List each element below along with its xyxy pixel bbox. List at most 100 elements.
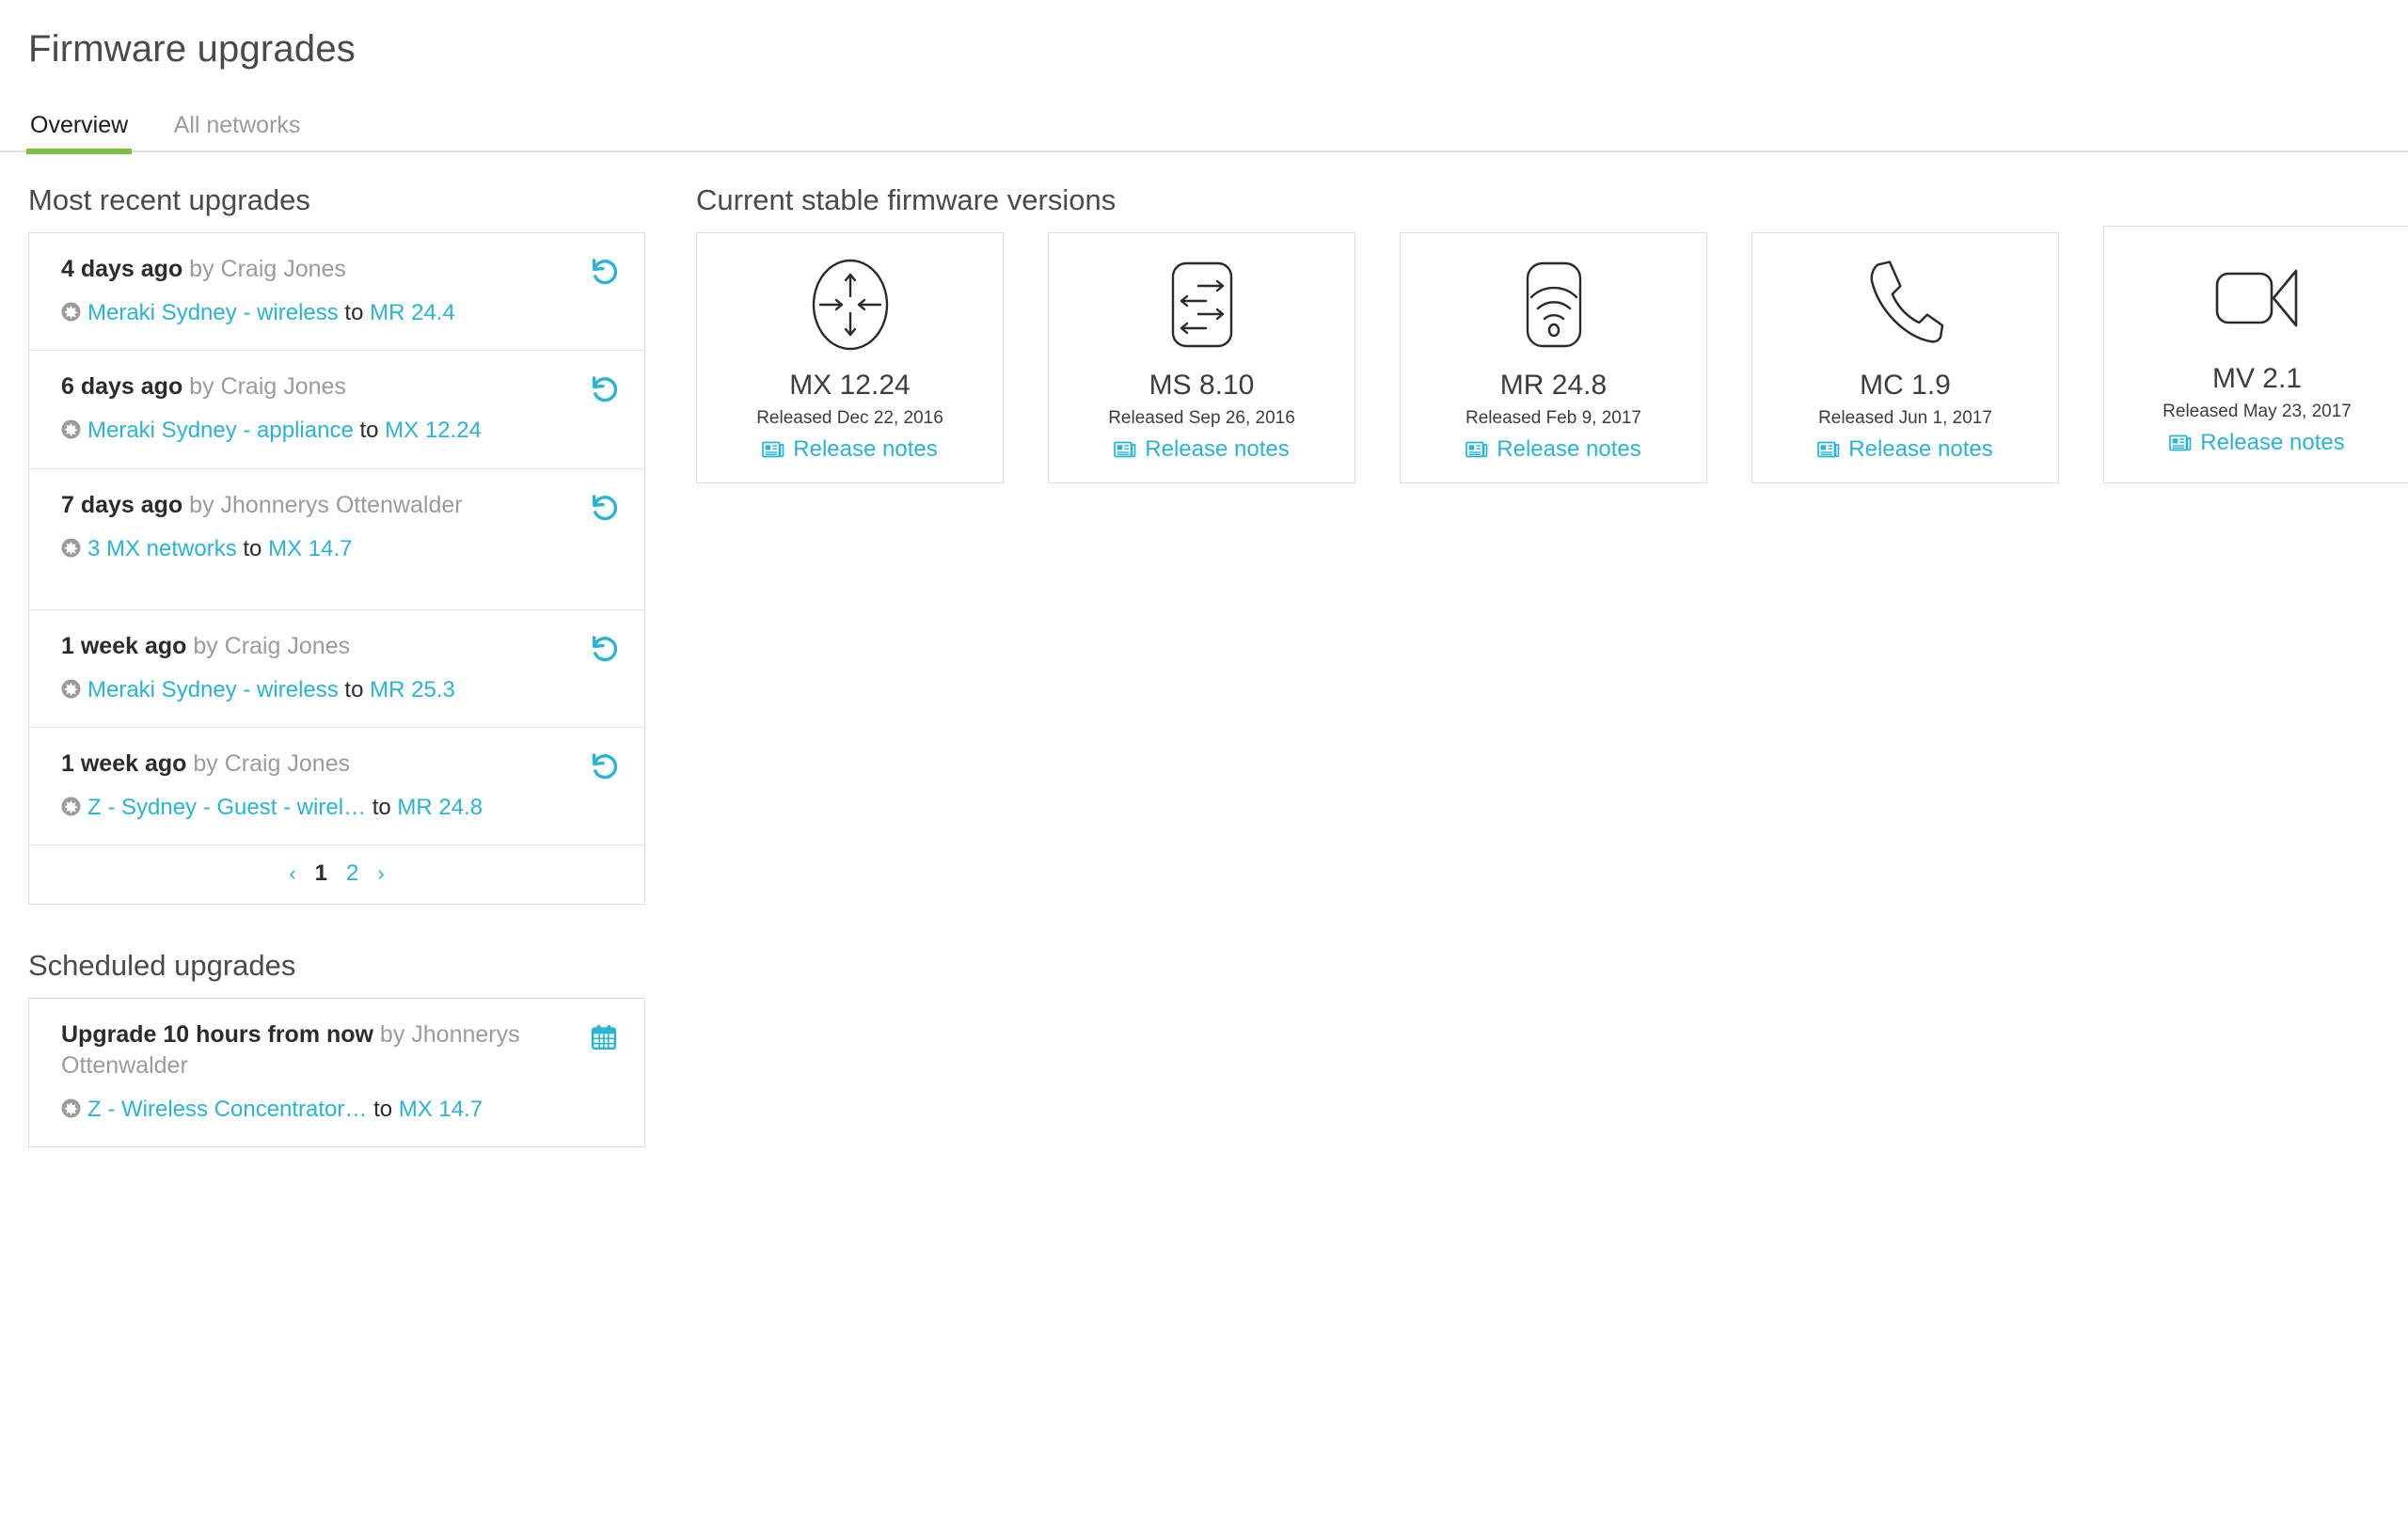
upgrade-row-detail: 3 MX networks to MX 14.7 — [61, 534, 620, 563]
rollback-icon[interactable] — [588, 750, 620, 782]
release-notes-link[interactable]: Release notes — [1058, 436, 1345, 464]
upgrade-author: by Craig Jones — [186, 750, 351, 777]
firmware-release-date: Released Sep 26, 2016 — [1108, 408, 1295, 429]
network-badge-icon — [61, 795, 81, 816]
upgrade-row-detail: Meraki Sydney - wireless to MR 24.4 — [61, 298, 620, 327]
release-notes-icon — [2169, 433, 2192, 452]
firmware-card-mr[interactable]: MR 24.8 Released Feb 9, 2017 Release not… — [1400, 232, 1707, 483]
upgrade-time: 7 days ago — [61, 491, 183, 518]
release-notes-label: Release notes — [1848, 435, 1993, 462]
switch-icon — [1058, 254, 1345, 355]
table-row[interactable]: 4 days ago by Craig Jones Meraki Sydney … — [29, 233, 644, 352]
network-link[interactable]: 3 MX networks — [87, 536, 237, 561]
pagination-prev[interactable]: ‹ — [289, 861, 295, 886]
pagination-page-1[interactable]: 1 — [315, 860, 327, 887]
table-row[interactable]: Upgrade 10 hours from now by Jhonnerys O… — [29, 999, 644, 1146]
network-badge-icon — [61, 677, 81, 699]
appliance-icon — [706, 254, 993, 355]
rollback-icon[interactable] — [588, 373, 620, 405]
network-badge-icon — [61, 1097, 81, 1118]
firmware-card-mx[interactable]: MX 12.24 Released Dec 22, 2016 Release n… — [696, 232, 1004, 483]
network-link[interactable]: Meraki Sydney - wireless — [87, 677, 339, 702]
upgrade-author: by Craig Jones — [182, 256, 346, 283]
firmware-card-mv[interactable]: MV 2.1 Released May 23, 2017 Release not… — [2103, 226, 2408, 483]
upgrade-row-header: 7 days ago by Jhonnerys Ottenwalder — [61, 490, 620, 521]
camera-icon — [2114, 247, 2400, 349]
firmware-version-link[interactable]: MR 24.8 — [397, 795, 483, 820]
main-content: Most recent upgrades 4 days ago by Craig… — [0, 152, 2408, 1148]
firmware-version-link[interactable]: MX 12.24 — [385, 418, 482, 443]
upgrade-to-label: to — [338, 676, 371, 702]
pagination-page-2[interactable]: 2 — [346, 860, 358, 887]
upgrade-author: by Craig Jones — [182, 373, 346, 401]
phone-icon — [1762, 254, 2049, 355]
upgrade-to-label: to — [338, 300, 371, 326]
left-column: Most recent upgrades 4 days ago by Craig… — [28, 152, 658, 1148]
network-badge-icon — [61, 536, 81, 558]
upgrade-time: 1 week ago — [61, 750, 187, 777]
release-notes-link[interactable]: Release notes — [1762, 436, 2049, 464]
release-notes-link[interactable]: Release notes — [1410, 436, 1697, 464]
upgrade-to-label: to — [366, 794, 398, 820]
firmware-card-mc[interactable]: MC 1.9 Released Jun 1, 2017 Release note… — [1751, 232, 2059, 483]
tab-overview[interactable]: Overview — [25, 105, 133, 154]
upgrade-row-header: 1 week ago by Craig Jones — [61, 631, 620, 662]
rollback-icon[interactable] — [588, 256, 620, 288]
release-notes-label: Release notes — [793, 435, 938, 462]
tab-all-networks[interactable]: All networks — [172, 105, 303, 150]
table-row[interactable]: 6 days ago by Craig Jones Meraki Sydney … — [29, 351, 644, 469]
table-row[interactable]: 1 week ago by Craig Jones Meraki Sydney … — [29, 610, 644, 728]
network-link[interactable]: Meraki Sydney - wireless — [87, 300, 339, 325]
rollback-icon[interactable] — [588, 492, 620, 524]
scheduled-upgrades-panel: Upgrade 10 hours from now by Jhonnerys O… — [28, 998, 645, 1148]
upgrade-time: 4 days ago — [61, 256, 183, 283]
firmware-release-date: Released Feb 9, 2017 — [1465, 408, 1641, 429]
release-notes-link[interactable]: Release notes — [2114, 430, 2400, 457]
release-notes-link[interactable]: Release notes — [706, 436, 993, 464]
upgrade-row-header: 6 days ago by Craig Jones — [61, 371, 620, 402]
firmware-version-name: MV 2.1 — [2211, 363, 2303, 395]
table-row[interactable]: 1 week ago by Craig Jones Z - Sydney - G… — [29, 728, 644, 845]
release-notes-label: Release notes — [1145, 435, 1290, 462]
network-link[interactable]: Z - Sydney - Guest - wirel… — [87, 795, 366, 820]
firmware-version-link[interactable]: MR 24.4 — [370, 300, 455, 325]
scheduled-time: Upgrade 10 hours from now — [61, 1021, 373, 1049]
pagination-next[interactable]: › — [377, 861, 384, 886]
scheduled-row-detail: Z - Wireless Concentrator… to MX 14.7 — [61, 1095, 620, 1124]
firmware-version-name: MC 1.9 — [1860, 370, 1951, 402]
firmware-card-list: MX 12.24 Released Dec 22, 2016 Release n… — [696, 226, 2408, 483]
pagination: ‹ 1 2 › — [29, 845, 644, 904]
right-column: Current stable firmware versions MX 12.2… — [658, 152, 2408, 483]
network-badge-icon — [61, 300, 81, 322]
upgrade-row-detail: Z - Sydney - Guest - wirel… to MR 24.8 — [61, 793, 620, 822]
upgrade-to-label: to — [236, 535, 269, 561]
table-row[interactable]: 7 days ago by Jhonnerys Ottenwalder 3 MX… — [29, 469, 644, 610]
network-link[interactable]: Z - Wireless Concentrator… — [87, 1097, 367, 1122]
network-badge-icon — [61, 418, 81, 439]
page-title: Firmware upgrades — [28, 28, 356, 70]
rollback-icon[interactable] — [588, 633, 620, 665]
firmware-version-name: MS 8.10 — [1149, 370, 1255, 402]
network-link[interactable]: Meraki Sydney - appliance — [87, 418, 354, 443]
firmware-release-date: Released Jun 1, 2017 — [1818, 408, 1992, 429]
release-notes-icon — [1465, 439, 1488, 459]
upgrade-time: 1 week ago — [61, 632, 187, 659]
firmware-version-link[interactable]: MX 14.7 — [268, 536, 352, 561]
release-notes-icon — [762, 439, 784, 459]
page-header: Firmware upgrades — [0, 0, 2408, 71]
firmware-version-link[interactable]: MX 14.7 — [399, 1097, 483, 1122]
firmware-card-ms[interactable]: MS 8.10 Released Sep 26, 2016 Release no… — [1048, 232, 1355, 483]
calendar-icon[interactable] — [590, 1023, 618, 1051]
release-notes-icon — [1817, 439, 1840, 459]
upgrade-author: by Craig Jones — [186, 632, 351, 659]
scheduled-to-label: to — [367, 1097, 399, 1123]
upgrade-time: 6 days ago — [61, 373, 183, 401]
scheduled-row-header: Upgrade 10 hours from now by Jhonnerys O… — [61, 1019, 620, 1081]
current-firmware-heading: Current stable firmware versions — [696, 183, 1117, 216]
release-notes-icon — [1114, 439, 1136, 459]
release-notes-label: Release notes — [2200, 429, 2345, 455]
upgrade-row-header: 4 days ago by Craig Jones — [61, 254, 620, 285]
firmware-version-link[interactable]: MR 25.3 — [370, 677, 455, 702]
tab-all-networks-label: All networks — [173, 112, 301, 138]
upgrade-row-detail: Meraki Sydney - appliance to MX 12.24 — [61, 416, 620, 445]
